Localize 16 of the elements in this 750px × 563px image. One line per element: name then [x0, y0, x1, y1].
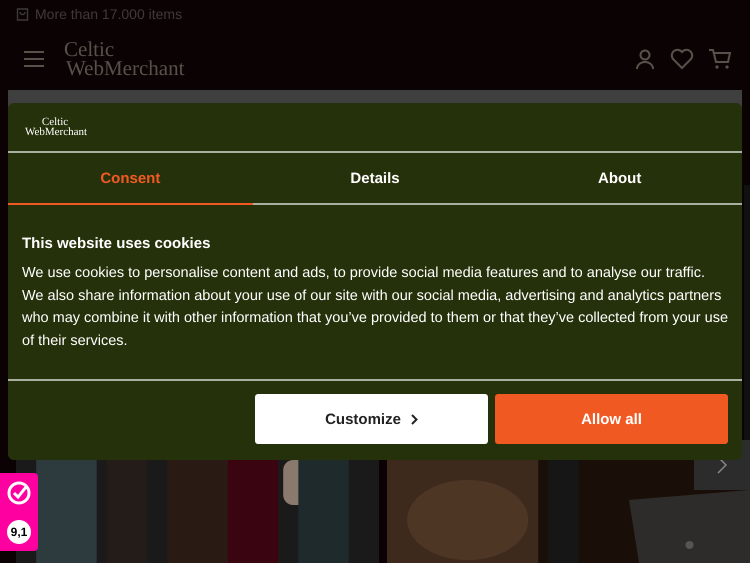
- heart-icon[interactable]: [670, 48, 694, 70]
- tab[interactable]: Details: [252, 153, 498, 205]
- chevron-right-icon: [410, 414, 418, 424]
- user-icon[interactable]: [634, 48, 656, 70]
- tab[interactable]: Consent: [8, 153, 253, 205]
- dialog-text: We use cookies to personalise content and ads, to provide social media features and to analyse our traffic. We also share information about your use of our site with our social media, advertising and analytics partners who may combine it with other information that you’ve provided to them or that they’ve collected from your use of their services.: [22, 264, 728, 352]
- tab[interactable]: About: [497, 153, 742, 205]
- cart-icon[interactable]: [708, 48, 732, 70]
- dialog-title: This website uses cookies: [22, 235, 212, 252]
- menu-icon[interactable]: [24, 51, 44, 67]
- bag-icon: [16, 7, 29, 21]
- rating-badge[interactable]: 9,1: [0, 473, 38, 551]
- rating-score: 9,1: [7, 520, 31, 544]
- customize-button[interactable]: Customize: [255, 394, 488, 444]
- dialog-logo[interactable]: Celtic WebMerchant: [23, 117, 88, 137]
- check-bubble-icon: [6, 480, 32, 506]
